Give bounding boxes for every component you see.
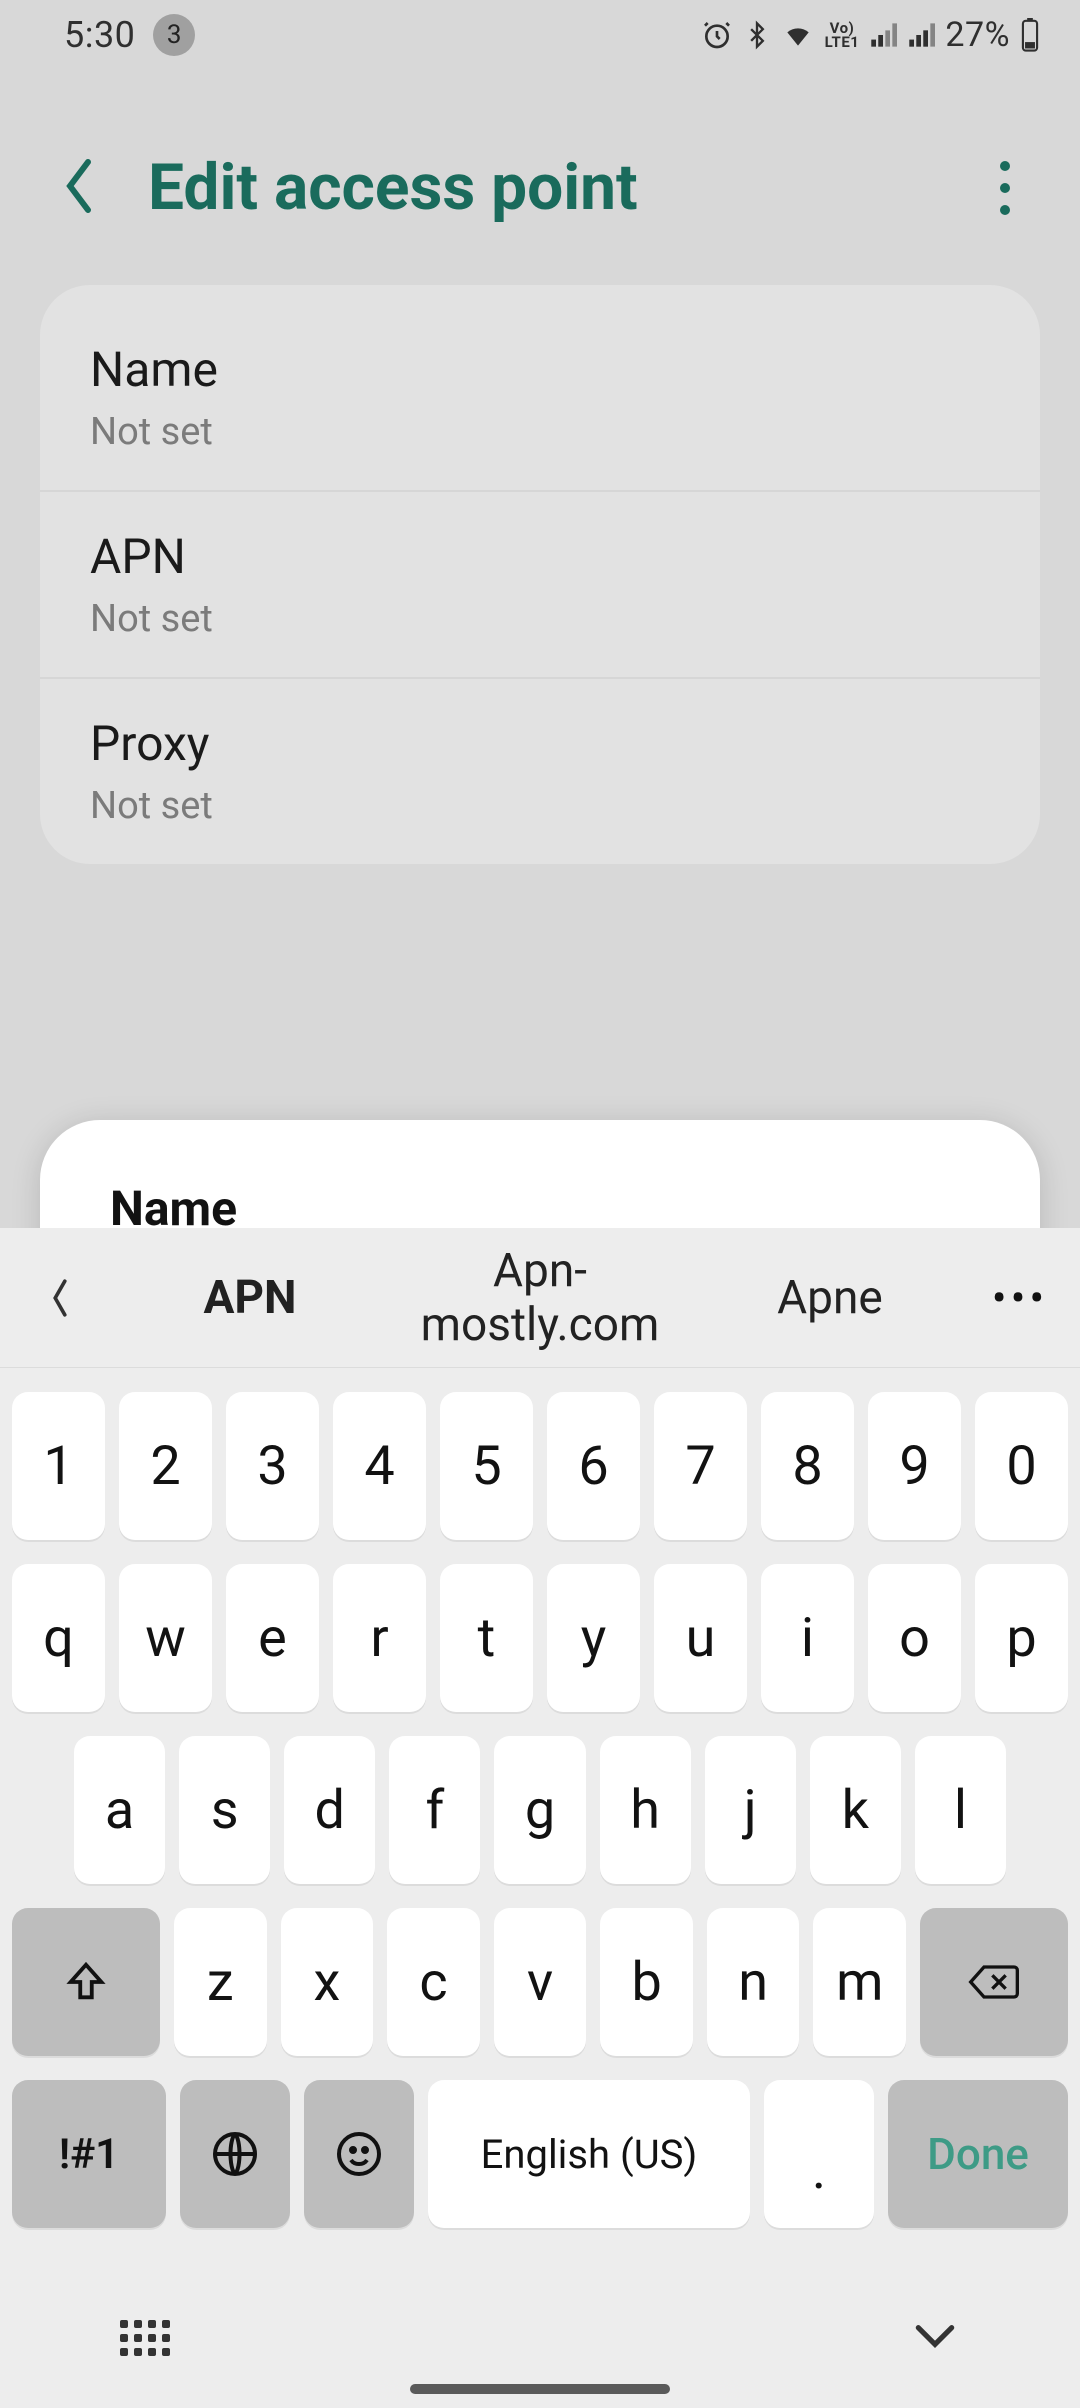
key-u[interactable]: u xyxy=(654,1564,747,1712)
key-o[interactable]: o xyxy=(868,1564,961,1712)
hide-keyboard-button[interactable] xyxy=(910,2319,960,2357)
key-8[interactable]: 8 xyxy=(761,1392,854,1540)
key-4[interactable]: 4 xyxy=(333,1392,426,1540)
key-w[interactable]: w xyxy=(119,1564,212,1712)
language-key[interactable] xyxy=(180,2080,290,2228)
key-j[interactable]: j xyxy=(705,1736,796,1884)
gesture-handle[interactable] xyxy=(410,2384,670,2394)
key-z[interactable]: z xyxy=(174,1908,267,2056)
key-e[interactable]: e xyxy=(226,1564,319,1712)
key-5[interactable]: 5 xyxy=(440,1392,533,1540)
key-x[interactable]: x xyxy=(281,1908,374,2056)
key-y[interactable]: y xyxy=(547,1564,640,1712)
key-p[interactable]: p xyxy=(975,1564,1068,1712)
battery-percent: 27% xyxy=(945,15,1010,55)
key-row-numbers: 1234567890 xyxy=(12,1392,1068,1540)
volte-icon: Vo)LTE1 xyxy=(825,21,860,49)
space-key[interactable]: English (US) xyxy=(428,2080,750,2228)
symbols-key[interactable]: !#1 xyxy=(12,2080,166,2228)
setting-value: Not set xyxy=(90,410,990,454)
signal-2-icon xyxy=(907,21,935,49)
signal-1-icon xyxy=(869,21,897,49)
key-9[interactable]: 9 xyxy=(868,1392,961,1540)
keyboard: 1234567890 qwertyuiop asdfghjkl zxcvbnm … xyxy=(0,1368,1080,2268)
keyboard-switch-icon[interactable] xyxy=(120,2320,170,2356)
key-n[interactable]: n xyxy=(707,1908,800,2056)
key-3[interactable]: 3 xyxy=(226,1392,319,1540)
key-h[interactable]: h xyxy=(600,1736,691,1884)
suggestion-3[interactable]: Apne xyxy=(690,1271,970,1325)
key-7[interactable]: 7 xyxy=(654,1392,747,1540)
wifi-icon xyxy=(781,19,815,51)
suggestion-back-button[interactable] xyxy=(20,1274,100,1322)
key-q[interactable]: q xyxy=(12,1564,105,1712)
key-k[interactable]: k xyxy=(810,1736,901,1884)
header: Edit access point xyxy=(0,70,1080,265)
suggestion-more-button[interactable]: ••• xyxy=(980,1272,1060,1324)
setting-label: Name xyxy=(90,341,990,398)
key-row-bottom: !#1 English (US) . Done xyxy=(12,2080,1068,2228)
key-d[interactable]: d xyxy=(284,1736,375,1884)
key-a[interactable]: a xyxy=(74,1736,165,1884)
emoji-key[interactable] xyxy=(304,2080,414,2228)
suggestion-1[interactable]: APN xyxy=(110,1271,390,1325)
back-button[interactable] xyxy=(60,156,98,220)
key-6[interactable]: 6 xyxy=(547,1392,640,1540)
setting-item-name[interactable]: Name Not set xyxy=(40,305,1040,492)
key-c[interactable]: c xyxy=(387,1908,480,2056)
battery-icon xyxy=(1020,18,1040,52)
alarm-icon xyxy=(701,19,733,51)
key-1[interactable]: 1 xyxy=(12,1392,105,1540)
key-i[interactable]: i xyxy=(761,1564,854,1712)
key-t[interactable]: t xyxy=(440,1564,533,1712)
setting-value: Not set xyxy=(90,784,990,828)
status-time: 5:30 xyxy=(64,14,135,56)
key-g[interactable]: g xyxy=(494,1736,585,1884)
statusbar: 5:30 3 Vo)LTE1 27% xyxy=(0,0,1080,70)
key-0[interactable]: 0 xyxy=(975,1392,1068,1540)
key-v[interactable]: v xyxy=(494,1908,587,2056)
key-s[interactable]: s xyxy=(179,1736,270,1884)
key-row-asdf: asdfghjkl xyxy=(12,1736,1068,1884)
key-r[interactable]: r xyxy=(333,1564,426,1712)
more-menu-button[interactable] xyxy=(1000,161,1030,215)
done-key[interactable]: Done xyxy=(888,2080,1068,2228)
page-title: Edit access point xyxy=(148,150,638,225)
setting-label: Proxy xyxy=(90,715,990,772)
key-row-zxcv: zxcvbnm xyxy=(12,1908,1068,2056)
key-b[interactable]: b xyxy=(600,1908,693,2056)
settings-list: Name Not set APN Not set Proxy Not set xyxy=(40,285,1040,864)
key-m[interactable]: m xyxy=(813,1908,906,2056)
key-l[interactable]: l xyxy=(915,1736,1006,1884)
setting-item-apn[interactable]: APN Not set xyxy=(40,492,1040,679)
key-f[interactable]: f xyxy=(389,1736,480,1884)
setting-value: Not set xyxy=(90,597,990,641)
keyboard-area: APN Apn-mostly.com Apne ••• 1234567890 q… xyxy=(0,1228,1080,2408)
key-row-qwerty: qwertyuiop xyxy=(12,1564,1068,1712)
suggestion-bar: APN Apn-mostly.com Apne ••• xyxy=(0,1228,1080,1368)
period-key[interactable]: . xyxy=(764,2080,874,2228)
setting-item-proxy[interactable]: Proxy Not set xyxy=(40,679,1040,864)
setting-label: APN xyxy=(90,528,990,585)
suggestion-2[interactable]: Apn-mostly.com xyxy=(400,1244,680,1352)
notification-count-badge: 3 xyxy=(153,14,195,56)
backspace-key[interactable] xyxy=(920,1908,1068,2056)
bluetooth-icon xyxy=(743,19,771,51)
key-2[interactable]: 2 xyxy=(119,1392,212,1540)
shift-key[interactable] xyxy=(12,1908,160,2056)
